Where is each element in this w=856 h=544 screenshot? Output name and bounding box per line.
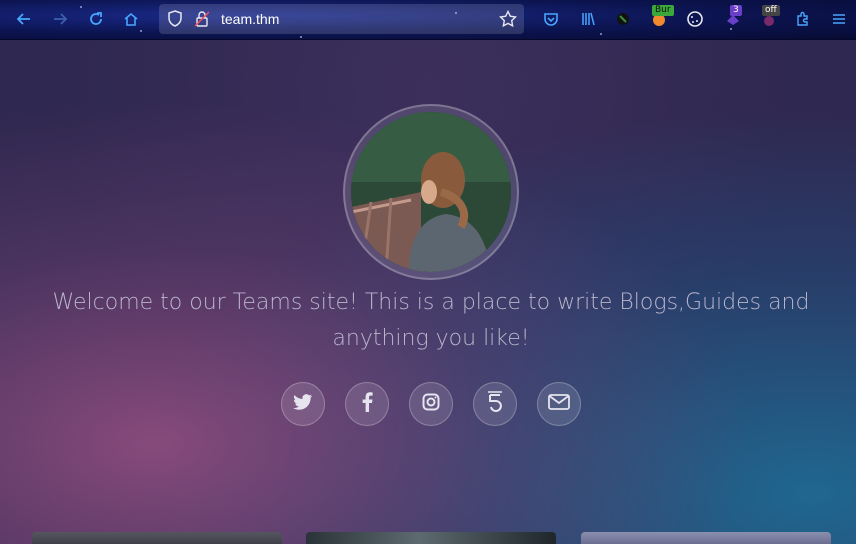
pocket-icon[interactable] (540, 8, 562, 30)
html5-icon (486, 390, 504, 418)
bookmark-star-icon[interactable] (498, 9, 518, 33)
browser-toolbar: team.thm Bur 3 off (0, 0, 856, 40)
twitter-link[interactable] (281, 382, 325, 426)
menu-icon[interactable] (828, 8, 850, 30)
burp-badge: Bur (652, 5, 674, 16)
facebook-icon (361, 391, 373, 417)
counter-badge: 3 (730, 5, 742, 16)
purple-extension-icon[interactable]: 3 (722, 5, 744, 30)
lock-icon[interactable] (194, 11, 210, 32)
email-icon (548, 393, 570, 415)
theme-star (300, 36, 302, 38)
extensions-puzzle-icon[interactable] (792, 8, 814, 30)
theme-star (140, 30, 142, 32)
blog-card[interactable] (306, 532, 556, 544)
url-text[interactable]: team.thm (221, 11, 279, 27)
theme-star (80, 6, 82, 8)
instagram-icon (422, 393, 440, 416)
facebook-link[interactable] (345, 382, 389, 426)
avatar (351, 112, 511, 272)
url-bar[interactable]: team.thm (159, 4, 524, 34)
instagram-link[interactable] (409, 382, 453, 426)
email-link[interactable] (537, 382, 581, 426)
forward-icon[interactable] (49, 8, 71, 30)
extension-dark-icon[interactable] (612, 8, 634, 30)
blog-card[interactable] (32, 532, 282, 544)
cookie-icon[interactable] (684, 8, 706, 30)
html5-link[interactable] (473, 382, 517, 426)
foxyproxy-icon[interactable]: off (758, 5, 780, 30)
back-icon[interactable] (13, 8, 35, 30)
twitter-icon (293, 393, 313, 416)
library-icon[interactable] (577, 8, 599, 30)
burp-extension-icon[interactable]: Bur (648, 5, 674, 30)
reload-icon[interactable] (85, 8, 107, 30)
shield-icon[interactable] (167, 10, 183, 33)
off-badge: off (762, 5, 780, 16)
home-icon[interactable] (120, 8, 142, 30)
theme-star (600, 33, 602, 35)
welcome-text: Welcome to our Teams site! This is a pla… (52, 290, 810, 351)
blog-card[interactable] (581, 532, 831, 544)
